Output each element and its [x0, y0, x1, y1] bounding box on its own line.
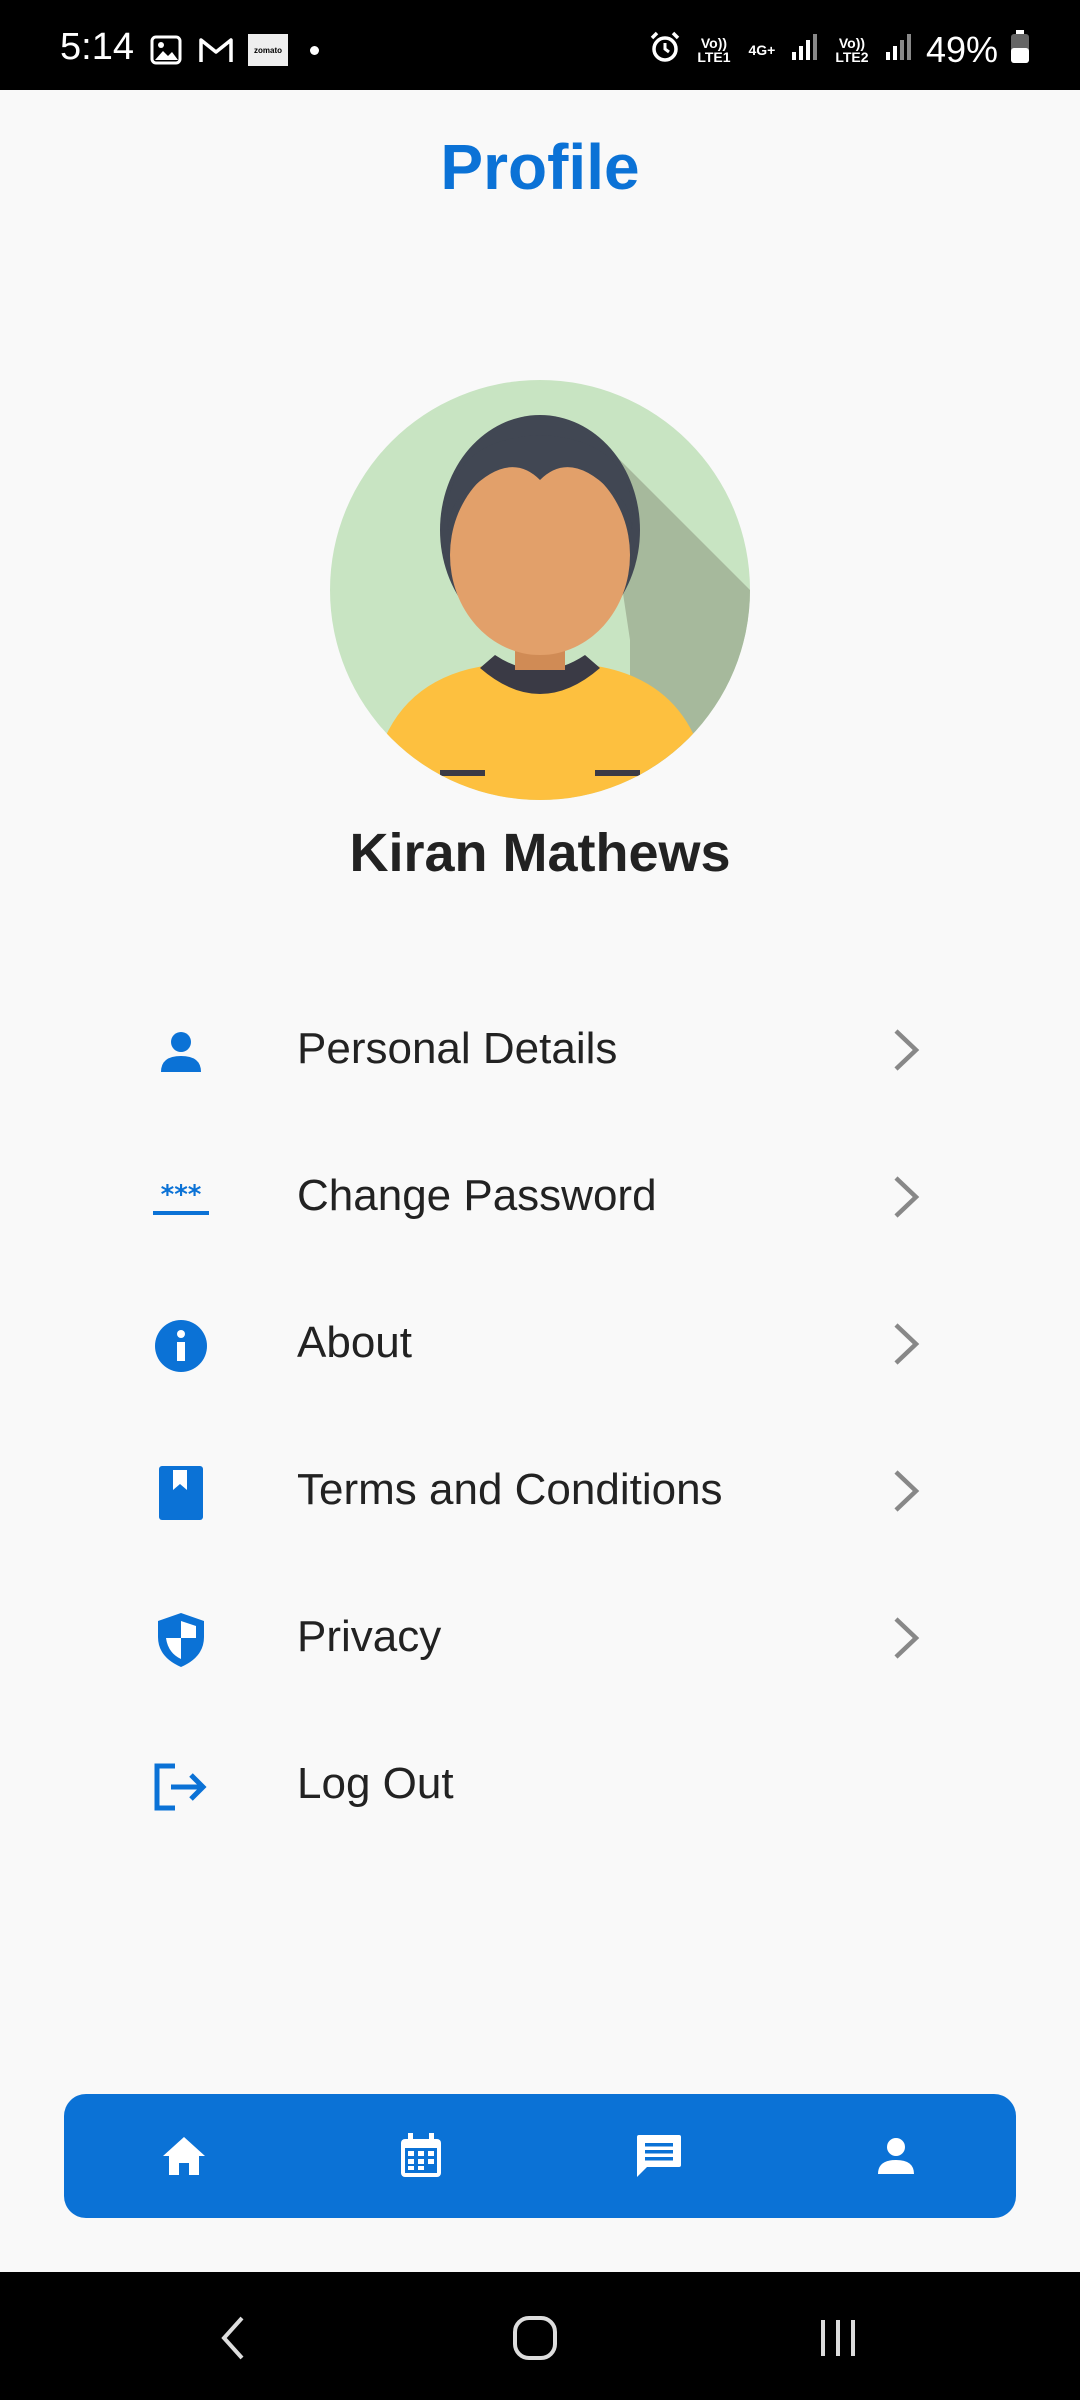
battery-icon [1010, 30, 1030, 69]
nav-chat-button[interactable] [629, 2126, 689, 2186]
menu-item-terms[interactable]: Terms and Conditions [0, 1416, 1080, 1563]
menu-item-label: Log Out [297, 1759, 454, 1808]
back-button[interactable] [198, 2308, 268, 2368]
svg-text:***: *** [161, 1180, 202, 1210]
signal-icon [790, 32, 820, 67]
page-title: Profile [440, 131, 640, 203]
menu-item-label: Terms and Conditions [297, 1465, 723, 1514]
network-label-1: Vo)) LTE1 [697, 34, 731, 65]
menu-item-change-password[interactable]: *** Change Password [0, 1122, 1080, 1269]
back-icon [221, 2316, 244, 2360]
signal-icon-2 [884, 32, 914, 67]
status-bar: 5:14 zomato Vo)) LTE1 4G+ Vo)) LTE2 49% [0, 0, 1080, 90]
chevron-right-icon [888, 1321, 924, 1367]
chat-icon [637, 2135, 681, 2177]
shield-icon [150, 1609, 212, 1671]
info-icon [150, 1315, 212, 1377]
menu-item-label: Personal Details [297, 1024, 618, 1073]
nav-profile-button[interactable] [866, 2126, 926, 2186]
network-4g-label: 4G+ [748, 41, 776, 58]
recents-icon [821, 2320, 855, 2356]
menu-item-label: Privacy [297, 1612, 442, 1661]
home-system-button[interactable] [500, 2308, 570, 2368]
menu-item-logout[interactable]: Log Out [0, 1710, 1080, 1857]
chevron-right-icon [888, 1468, 924, 1514]
profile-name: Kiran Mathews [349, 823, 731, 883]
avatar-illustration [330, 380, 750, 800]
menu-item-label: Change Password [297, 1171, 657, 1220]
gallery-icon [148, 34, 184, 66]
calendar-icon [401, 2133, 441, 2177]
menu-item-privacy[interactable]: Privacy [0, 1563, 1080, 1710]
battery-percent: 49% [925, 28, 998, 70]
zomato-icon: zomato [248, 34, 288, 66]
chevron-right-icon [888, 1027, 924, 1073]
notification-dot-icon [310, 45, 319, 55]
logout-icon [150, 1756, 212, 1818]
status-time: 5:14 [60, 26, 134, 68]
person-icon [150, 1021, 212, 1083]
menu-item-personal-details[interactable]: Personal Details [0, 975, 1080, 1122]
nav-home-button[interactable] [154, 2126, 214, 2186]
nav-calendar-button[interactable] [391, 2126, 451, 2186]
avatar[interactable] [330, 380, 750, 800]
home-circle-icon [513, 2316, 557, 2360]
chevron-right-icon [888, 1174, 924, 1220]
menu-item-label: About [297, 1318, 412, 1367]
recents-button[interactable] [803, 2308, 873, 2368]
profile-menu: Personal Details *** Change Password Abo… [0, 975, 1080, 1857]
book-icon [150, 1462, 212, 1524]
network-label-2: Vo)) LTE2 [835, 34, 869, 65]
system-nav-bar [0, 2272, 1080, 2400]
home-icon [163, 2137, 205, 2175]
gmail-icon [198, 34, 234, 66]
menu-item-about[interactable]: About [0, 1269, 1080, 1416]
password-icon: *** [150, 1168, 212, 1230]
chevron-right-icon [888, 1615, 924, 1661]
bottom-nav [64, 2094, 1016, 2218]
profile-icon [878, 2138, 914, 2174]
alarm-icon [648, 30, 682, 69]
